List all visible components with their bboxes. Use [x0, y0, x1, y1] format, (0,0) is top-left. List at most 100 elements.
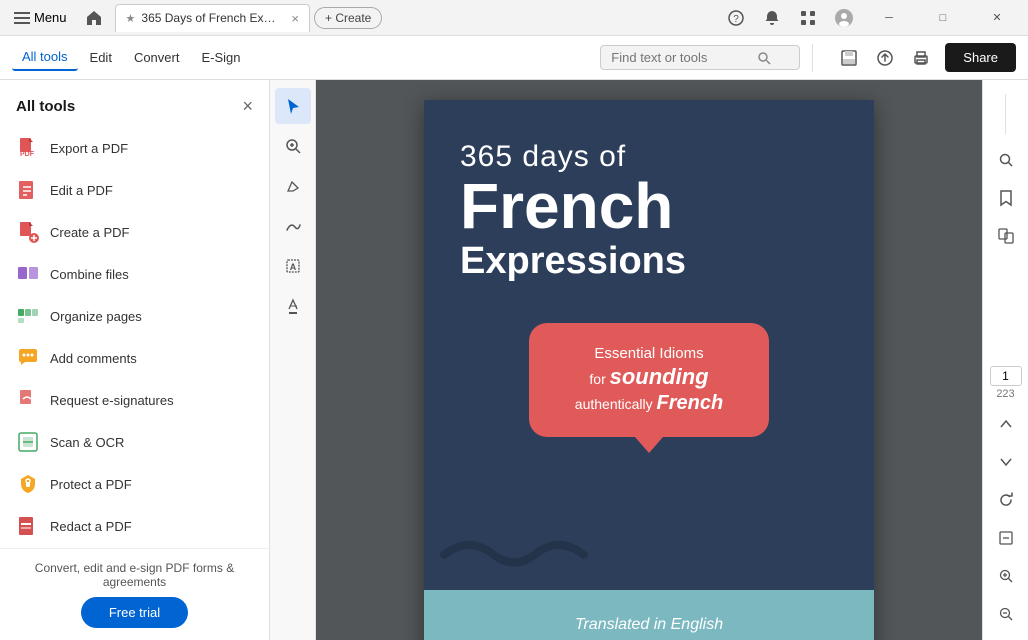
book-title-small: 365 days of [460, 140, 838, 174]
page-down-button[interactable] [988, 444, 1024, 480]
tool-organize-pages[interactable]: Organize pages [8, 295, 261, 337]
tab-esign[interactable]: E-Sign [191, 45, 250, 70]
create-pdf-label: Create a PDF [50, 225, 129, 240]
refresh-button[interactable] [988, 482, 1024, 518]
tool-protect-pdf[interactable]: Protect a PDF [8, 463, 261, 505]
add-comments-label: Add comments [50, 351, 137, 366]
pdf-viewer[interactable]: 365 days of French Expressions Essential… [316, 80, 982, 640]
titlebar: Menu ★ 365 Days of French Expr... × + Cr… [0, 0, 1028, 36]
tool-redact-pdf[interactable]: Redact a PDF [8, 505, 261, 547]
edit-pdf-label: Edit a PDF [50, 183, 113, 198]
save-icon [840, 49, 858, 67]
free-trial-button[interactable]: Free trial [81, 597, 188, 628]
maximize-button[interactable]: □ [920, 0, 966, 36]
cursor-tool-button[interactable] [275, 88, 311, 124]
left-panel: All tools × PDF Export a PDF Edit a PDF [0, 80, 270, 640]
zoom-icon [284, 137, 302, 155]
tab-convert[interactable]: Convert [124, 45, 190, 70]
signature-tool-button[interactable] [275, 208, 311, 244]
panel-footer: Convert, edit and e-sign PDF forms & agr… [0, 548, 269, 640]
highlight-tool-button[interactable] [275, 288, 311, 324]
search-doc-icon [997, 151, 1015, 169]
scan-ocr-icon [16, 430, 40, 454]
fit-page-button[interactable] [988, 520, 1024, 556]
pages-button[interactable] [988, 218, 1024, 254]
share-button[interactable]: Share [945, 43, 1016, 72]
organize-pages-icon [16, 304, 40, 328]
export-pdf-icon: PDF [16, 136, 40, 160]
panel-close-button[interactable]: × [242, 96, 253, 117]
bookmark-button[interactable] [988, 180, 1024, 216]
search-doc-button[interactable] [988, 142, 1024, 178]
svg-text:PDF: PDF [20, 151, 35, 158]
zoom-tool-button[interactable] [275, 128, 311, 164]
toolbar-right-icons [833, 42, 937, 74]
signature-icon [284, 217, 302, 235]
tool-export-pdf[interactable]: PDF Export a PDF [8, 127, 261, 169]
total-pages: 223 [996, 388, 1014, 400]
tab-all-tools[interactable]: All tools [12, 44, 78, 71]
text-select-icon: A [284, 257, 302, 275]
tab-edit[interactable]: Edit [80, 45, 122, 70]
profile-button[interactable] [830, 4, 858, 32]
combine-files-label: Combine files [50, 267, 129, 282]
tool-edit-pdf[interactable]: Edit a PDF [8, 169, 261, 211]
zoom-in-button[interactable] [988, 558, 1024, 594]
page-indicator: 1 223 [990, 366, 1022, 400]
help-icon: ? [728, 10, 744, 26]
new-tab-button[interactable]: + Create [314, 7, 382, 29]
refresh-icon [998, 492, 1014, 508]
pen-tool-button[interactable] [275, 168, 311, 204]
current-page[interactable]: 1 [990, 366, 1022, 386]
book-title-sub: Expressions [460, 240, 838, 283]
tool-combine-files[interactable]: Combine files [8, 253, 261, 295]
mustache-svg [424, 530, 604, 580]
create-pdf-icon [16, 220, 40, 244]
print-button[interactable] [905, 42, 937, 74]
request-esignatures-icon [16, 388, 40, 412]
tool-add-comments[interactable]: Add comments [8, 337, 261, 379]
add-comments-icon [16, 346, 40, 370]
protect-pdf-icon [16, 472, 40, 496]
tab-area: ★ 365 Days of French Expr... × + Create [115, 4, 716, 32]
chevron-down-icon [999, 455, 1013, 469]
badge-line3: authentically French [553, 392, 745, 415]
request-esignatures-label: Request e-signatures [50, 393, 174, 408]
organize-pages-label: Organize pages [50, 309, 142, 324]
menu-label: Menu [34, 10, 67, 25]
pen-icon [284, 177, 302, 195]
toolbar-nav: All tools Edit Convert E-Sign [12, 44, 251, 71]
bookmark-icon [997, 189, 1015, 207]
apps-button[interactable] [794, 4, 822, 32]
avatar-icon [835, 9, 853, 27]
tool-request-esignatures[interactable]: Request e-signatures [8, 379, 261, 421]
badge-line2: for sounding [553, 364, 745, 390]
export-pdf-label: Export a PDF [50, 141, 128, 156]
zoom-out-button[interactable] [988, 596, 1024, 632]
menu-button[interactable]: Menu [8, 6, 73, 29]
save-button[interactable] [833, 42, 865, 74]
search-input[interactable] [611, 50, 751, 65]
minimize-button[interactable]: ─ [866, 0, 912, 36]
right-panel: 1 223 [982, 80, 1028, 640]
active-tab[interactable]: ★ 365 Days of French Expr... × [115, 4, 310, 32]
highlight-icon [284, 297, 302, 315]
edit-pdf-icon [16, 178, 40, 202]
tool-create-pdf[interactable]: Create a PDF [8, 211, 261, 253]
zoom-out-icon [998, 606, 1014, 622]
page-up-button[interactable] [988, 406, 1024, 442]
grid-icon [800, 10, 816, 26]
help-icon-button[interactable]: ? [722, 4, 750, 32]
svg-text:?: ? [733, 14, 739, 25]
upload-button[interactable] [869, 42, 901, 74]
badge-word: sounding [610, 364, 709, 389]
tab-close-button[interactable]: × [291, 11, 299, 26]
text-select-tool-button[interactable]: A [275, 248, 311, 284]
esign-label: E-Sign [201, 50, 240, 65]
tool-scan-ocr[interactable]: Scan & OCR [8, 421, 261, 463]
close-button[interactable]: ✕ [974, 0, 1020, 36]
zoom-in-icon [998, 568, 1014, 584]
home-button[interactable] [79, 5, 109, 31]
book-mustache [424, 530, 874, 580]
notifications-button[interactable] [758, 4, 786, 32]
